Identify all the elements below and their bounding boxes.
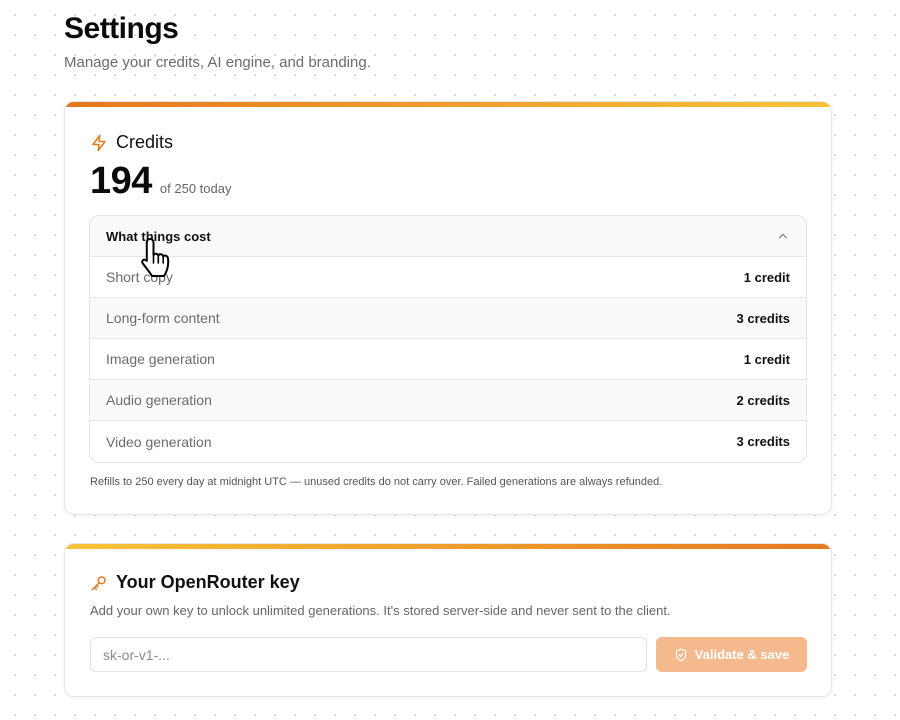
key-icon bbox=[90, 574, 108, 592]
cost-row: Long-form content 3 credits bbox=[90, 298, 806, 339]
credits-daily-limit: of 250 today bbox=[159, 181, 232, 196]
cost-item-name: Video generation bbox=[106, 433, 212, 450]
credits-title: Credits bbox=[116, 132, 174, 152]
cost-row: Video generation 3 credits bbox=[90, 421, 806, 462]
refill-note: Refills to 250 every day at midnight UTC… bbox=[90, 476, 663, 488]
shield-check-icon bbox=[674, 648, 688, 662]
credits-header: Credits bbox=[90, 132, 173, 153]
api-key-input[interactable] bbox=[90, 637, 647, 672]
credit-balance: 194 of 250 today bbox=[90, 160, 231, 203]
cost-item-name: Image generation bbox=[106, 351, 215, 367]
cost-item-name: Audio generation bbox=[106, 392, 212, 408]
openrouter-title: Your OpenRouter key bbox=[116, 572, 300, 592]
cost-item-name: Short copy bbox=[106, 269, 173, 285]
cost-item-value: 1 credit bbox=[743, 351, 790, 367]
openrouter-key-card: Your OpenRouter key Add your own key to … bbox=[64, 543, 832, 697]
cost-item-value: 3 credits bbox=[736, 434, 790, 449]
credits-card: Credits 194 of 250 today What things cos… bbox=[64, 101, 832, 515]
cost-row: Short copy 1 credit bbox=[90, 257, 806, 298]
key-accent-bar bbox=[65, 544, 831, 549]
cost-row: Image generation 1 credit bbox=[90, 339, 806, 380]
credits-accent-bar bbox=[65, 102, 831, 107]
lightning-icon bbox=[90, 134, 108, 152]
page-subtitle: Manage your credits, AI engine, and bran… bbox=[64, 54, 371, 71]
validate-save-label: Validate & save bbox=[694, 647, 790, 662]
page-title: Settings bbox=[64, 12, 179, 45]
cost-item-value: 1 credit bbox=[743, 269, 790, 285]
cost-accordion: What things cost Short copy 1 credit Lon… bbox=[89, 215, 807, 463]
validate-save-button[interactable]: Validate & save bbox=[656, 637, 807, 672]
cost-row: Audio generation 2 credits bbox=[90, 380, 806, 421]
cost-accordion-title: What things cost bbox=[106, 228, 211, 244]
openrouter-header: Your OpenRouter key bbox=[90, 572, 300, 593]
cost-item-value: 3 credits bbox=[736, 310, 790, 326]
credits-remaining: 194 bbox=[90, 160, 152, 202]
cost-item-value: 2 credits bbox=[736, 392, 790, 408]
cost-accordion-toggle[interactable]: What things cost bbox=[90, 216, 806, 257]
chevron-up-icon bbox=[776, 229, 790, 243]
cost-item-name: Long-form content bbox=[106, 310, 220, 326]
openrouter-description: Add your own key to unlock unlimited gen… bbox=[90, 603, 671, 618]
